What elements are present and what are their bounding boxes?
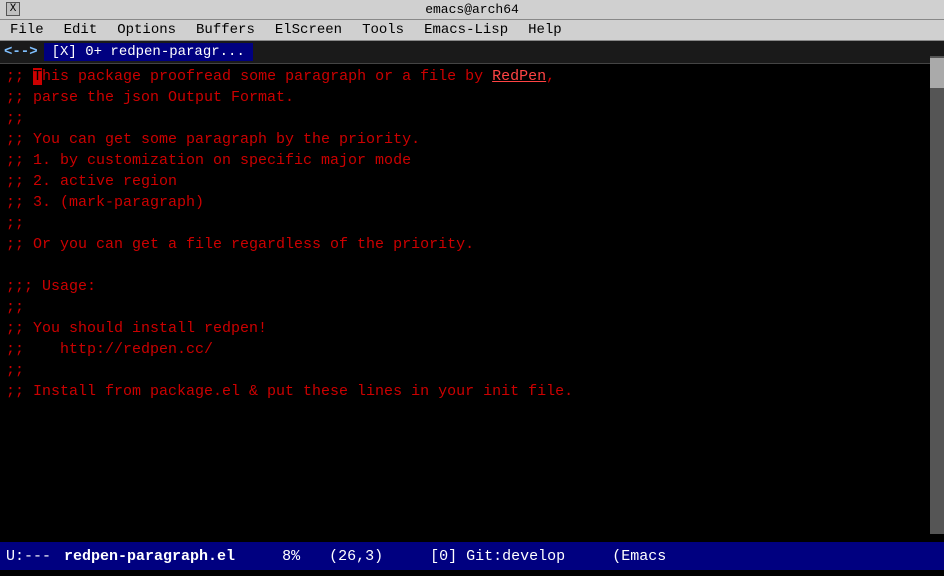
- menu-emacs-lisp[interactable]: Emacs-Lisp: [418, 21, 514, 39]
- menu-bar: File Edit Options Buffers ElScreen Tools…: [0, 20, 944, 41]
- editor-line-11: ;;; Usage:: [0, 276, 944, 297]
- editor-area: ;; This package proofread some paragraph…: [0, 64, 944, 542]
- status-mode-indicator: U:---: [6, 548, 51, 565]
- redpen-link: RedPen: [492, 68, 546, 85]
- scrollbar[interactable]: [930, 56, 944, 534]
- menu-edit[interactable]: Edit: [58, 21, 104, 39]
- menu-help[interactable]: Help: [522, 21, 568, 39]
- editor-line-15: ;;: [0, 360, 944, 381]
- menu-file[interactable]: File: [4, 21, 50, 39]
- editor-line-13: ;; You should install redpen!: [0, 318, 944, 339]
- status-percent: 8%: [282, 548, 300, 565]
- editor-line-10: [0, 255, 944, 276]
- menu-elscreen[interactable]: ElScreen: [269, 21, 348, 39]
- editor-line-3: ;;: [0, 108, 944, 129]
- editor-line-7: ;; 3. (mark-paragraph): [0, 192, 944, 213]
- editor-line-16: ;; Install from package.el & put these l…: [0, 381, 944, 402]
- editor-line-9: ;; Or you can get a file regardless of t…: [0, 234, 944, 255]
- status-position: (26,3): [329, 548, 383, 565]
- menu-tools[interactable]: Tools: [356, 21, 410, 39]
- close-icon: X: [10, 3, 17, 15]
- editor-line-2: ;; parse the json Output Format.: [0, 87, 944, 108]
- close-button[interactable]: X: [6, 2, 20, 16]
- status-git: [0] Git:develop: [430, 548, 565, 565]
- editor-line-1: ;; This package proofread some paragraph…: [0, 66, 944, 87]
- buffer-tab[interactable]: [X] 0+ redpen-paragr...: [44, 43, 253, 61]
- editor-line-12: ;;: [0, 297, 944, 318]
- editor-line-5: ;; 1. by customization on specific major…: [0, 150, 944, 171]
- buffer-bar: <--> [X] 0+ redpen-paragr...: [0, 41, 944, 64]
- title-bar: X emacs@arch64: [0, 0, 944, 20]
- editor-line-6: ;; 2. active region: [0, 171, 944, 192]
- cursor: T: [33, 68, 42, 85]
- buffer-arrow: <-->: [4, 44, 38, 60]
- scrollbar-thumb[interactable]: [930, 58, 944, 88]
- status-major-mode: (Emacs: [612, 548, 666, 565]
- editor-line-8: ;;: [0, 213, 944, 234]
- status-bar: U:--- redpen-paragraph.el 8% (26,3) [0] …: [0, 542, 944, 570]
- menu-options[interactable]: Options: [111, 21, 182, 39]
- menu-buffers[interactable]: Buffers: [190, 21, 261, 39]
- status-filename: redpen-paragraph.el: [64, 548, 235, 565]
- editor-line-4: ;; You can get some paragraph by the pri…: [0, 129, 944, 150]
- window-title: emacs@arch64: [425, 2, 519, 17]
- editor-line-14: ;; http://redpen.cc/: [0, 339, 944, 360]
